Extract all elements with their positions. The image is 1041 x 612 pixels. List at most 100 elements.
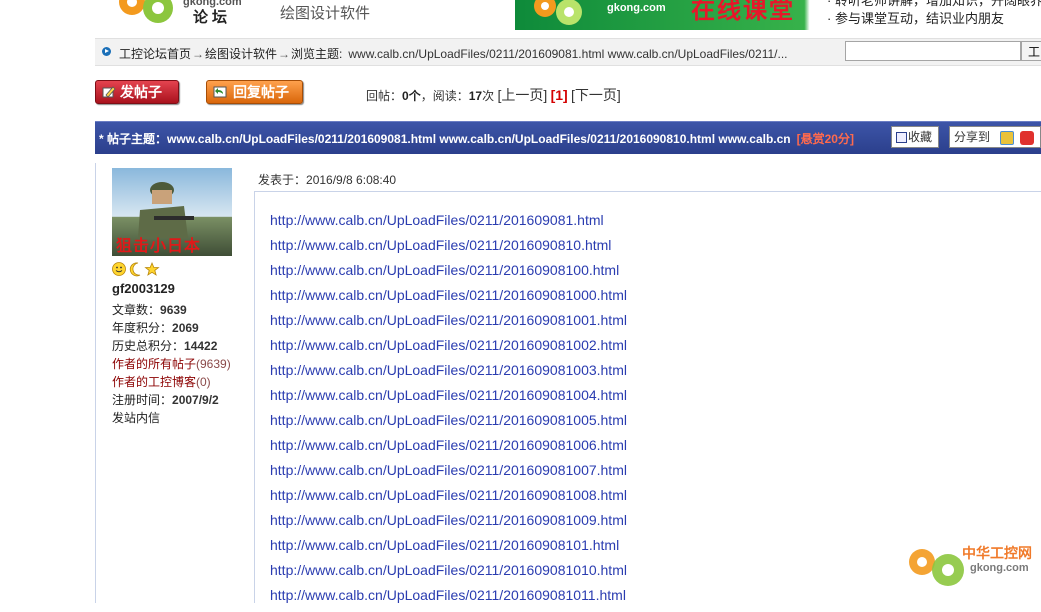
favorite-button[interactable]: 收藏	[891, 126, 939, 148]
banner-gear-icon	[534, 0, 582, 25]
current-page: [1]	[550, 87, 568, 103]
author-all-posts-label: 作者的所有帖子	[112, 357, 197, 371]
post-link[interactable]: http://www.calb.cn/UpLoadFiles/0211/2016…	[270, 262, 619, 278]
post-link[interactable]: http://www.calb.cn/UpLoadFiles/0211/2016…	[270, 487, 627, 503]
replies-count: 0个	[402, 89, 421, 103]
author-year-points: 2069	[172, 321, 199, 335]
author-name[interactable]: gf2003129	[112, 281, 175, 296]
post-link[interactable]: http://www.calb.cn/UpLoadFiles/0211/2016…	[270, 512, 627, 528]
list-item: http://www.calb.cn/UpLoadFiles/0211/2016…	[270, 312, 627, 337]
pencil-icon	[102, 86, 116, 98]
post-link[interactable]: http://www.calb.cn/UpLoadFiles/0211/2016…	[270, 537, 619, 553]
breadcrumb-browse-label: 浏览主题:	[291, 47, 343, 61]
new-post-label: 发帖子	[120, 84, 162, 100]
author-reg-date: 2007/9/2	[172, 393, 219, 407]
list-item: http://www.calb.cn/UpLoadFiles/0211/2016…	[270, 287, 627, 312]
post-date: 发表于：2016/9/8 6:08:40	[258, 171, 396, 188]
favorite-label: 收藏	[908, 130, 933, 144]
search-button[interactable]: 工	[1021, 41, 1041, 61]
list-item: http://www.calb.cn/UpLoadFiles/0211/2016…	[270, 387, 627, 412]
author-panel: 狙击小日本 gf2003129 文章数：9639 年度积分：2069 历史总积分…	[95, 163, 255, 603]
weibo-share-icon[interactable]	[1020, 131, 1034, 145]
author-history-points: 14422	[184, 339, 218, 353]
topic-title: * 帖子主题：www.calb.cn/UpLoadFiles/0211/2016…	[99, 130, 854, 147]
author-posts-line: 文章数：9639	[112, 301, 187, 318]
gear-logo-icon	[119, 0, 173, 23]
author-year-label: 年度积分：	[112, 321, 173, 335]
author-reg-label: 注册时间：	[112, 393, 173, 407]
post-link[interactable]: http://www.calb.cn/UpLoadFiles/0211/2016…	[270, 337, 627, 353]
list-item: http://www.calb.cn/UpLoadFiles/0211/2016…	[270, 437, 627, 462]
list-item: http://www.calb.cn/UpLoadFiles/0211/2016…	[270, 587, 627, 612]
post-link[interactable]: http://www.calb.cn/UpLoadFiles/0211/2016…	[270, 387, 627, 403]
list-item: http://www.calb.cn/UpLoadFiles/0211/2016…	[270, 537, 627, 562]
post-date-value: 2016/9/8 6:08:40	[306, 173, 397, 187]
post-link[interactable]: http://www.calb.cn/UpLoadFiles/0211/2016…	[270, 212, 604, 228]
author-blog-link[interactable]: 作者的工控博客(0)	[112, 373, 211, 390]
category-title: 绘图设计软件	[280, 5, 371, 22]
play-bullet-icon	[102, 47, 111, 56]
bounty-badge: [悬赏20分]	[796, 132, 854, 146]
breadcrumb-topic-url: www.calb.cn/UpLoadFiles/0211/201609081.h…	[348, 47, 788, 61]
share-box: 分享到	[949, 126, 1041, 148]
list-item: http://www.calb.cn/UpLoadFiles/0211/2016…	[270, 212, 627, 237]
topic-title-text: www.calb.cn/UpLoadFiles/0211/201609081.h…	[167, 132, 791, 146]
watermark-title: 中华工控网	[962, 545, 1032, 561]
share-label: 分享到	[954, 130, 991, 144]
replies-label: 回帖：	[366, 89, 403, 103]
breadcrumb-section-link[interactable]: 绘图设计软件	[205, 47, 277, 61]
author-all-posts-count: (9639)	[196, 357, 231, 371]
reply-arrow-icon	[213, 86, 227, 98]
breadcrumb-arrow: →	[192, 47, 205, 61]
post-link[interactable]: http://www.calb.cn/UpLoadFiles/0211/2016…	[270, 587, 626, 603]
post-link[interactable]: http://www.calb.cn/UpLoadFiles/0211/2016…	[270, 287, 627, 303]
prev-page-link[interactable]: [上一页]	[497, 87, 547, 103]
post-link[interactable]: http://www.calb.cn/UpLoadFiles/0211/2016…	[270, 237, 611, 253]
author-all-posts-link[interactable]: 作者的所有帖子(9639)	[112, 355, 231, 372]
breadcrumb-bar: 工控论坛首页→绘图设计软件→浏览主题: www.calb.cn/UpLoadFil…	[95, 38, 1041, 66]
post-link[interactable]: http://www.calb.cn/UpLoadFiles/0211/2016…	[270, 437, 627, 453]
new-post-button[interactable]: 发帖子	[95, 80, 179, 104]
rank-badges-icon	[112, 261, 160, 277]
author-posts-label: 文章数：	[112, 303, 161, 317]
topic-bar: * 帖子主题：www.calb.cn/UpLoadFiles/0211/2016…	[95, 121, 1041, 154]
breadcrumb: 工控论坛首页→绘图设计软件→浏览主题: www.calb.cn/UpLoadFil…	[119, 45, 788, 62]
post-link[interactable]: http://www.calb.cn/UpLoadFiles/0211/2016…	[270, 562, 627, 578]
reads-label: ，阅读：	[420, 89, 469, 103]
post-link[interactable]: http://www.calb.cn/UpLoadFiles/0211/2016…	[270, 412, 627, 428]
list-item: http://www.calb.cn/UpLoadFiles/0211/2016…	[270, 262, 627, 287]
breadcrumb-home-link[interactable]: 工控论坛首页	[119, 47, 191, 61]
search-input[interactable]	[845, 41, 1021, 61]
post-date-label: 发表于：	[258, 173, 307, 187]
banner-title: 在线课堂	[691, 0, 795, 24]
list-item: http://www.calb.cn/UpLoadFiles/0211/2016…	[270, 462, 627, 487]
reply-post-button[interactable]: 回复帖子	[206, 80, 303, 104]
post-header: 发表于：2016/9/8 6:08:40	[254, 163, 1041, 192]
banner-line-2: · 参与课堂互动，结识业内朋友	[827, 11, 1004, 26]
send-message-link[interactable]: 发站内信	[112, 409, 160, 426]
qzone-share-icon[interactable]	[1000, 131, 1014, 145]
next-page-link[interactable]: [下一页]	[571, 87, 621, 103]
list-item: http://www.calb.cn/UpLoadFiles/0211/2016…	[270, 487, 627, 512]
reply-post-label: 回复帖子	[233, 84, 289, 100]
list-item: http://www.calb.cn/UpLoadFiles/0211/2016…	[270, 512, 627, 537]
author-blog-label: 作者的工控博客	[112, 375, 197, 389]
thread-stats: 回帖：0个，阅读：17次 [上一页] [1] [下一页]	[366, 85, 621, 105]
avatar[interactable]: 狙击小日本	[112, 168, 232, 256]
ad-banner[interactable]: gkong.com 在线课堂 · 聆听老师讲解，增加知识，开阔眼界 · 参与课堂…	[515, 0, 1041, 30]
list-item: http://www.calb.cn/UpLoadFiles/0211/2016…	[270, 562, 627, 587]
author-posts-count: 9639	[160, 303, 187, 317]
logo-forum-text: 论坛	[193, 9, 232, 26]
post-link[interactable]: http://www.calb.cn/UpLoadFiles/0211/2016…	[270, 462, 627, 478]
avatar-caption: 狙击小日本	[116, 236, 202, 255]
post-content: http://www.calb.cn/UpLoadFiles/0211/2016…	[270, 212, 627, 612]
author-history-points-line: 历史总积分：14422	[112, 337, 217, 354]
reads-count: 17	[468, 89, 483, 103]
list-item: http://www.calb.cn/UpLoadFiles/0211/2016…	[270, 412, 627, 437]
post-link[interactable]: http://www.calb.cn/UpLoadFiles/0211/2016…	[270, 362, 627, 378]
author-blog-count: (0)	[196, 375, 211, 389]
banner-site-text: gkong.com	[607, 2, 666, 14]
site-header: gkong.com 论坛 绘图设计软件 gkong.com 在线课堂 · 聆听老…	[0, 0, 1041, 34]
breadcrumb-arrow: →	[278, 47, 291, 61]
post-link[interactable]: http://www.calb.cn/UpLoadFiles/0211/2016…	[270, 312, 627, 328]
